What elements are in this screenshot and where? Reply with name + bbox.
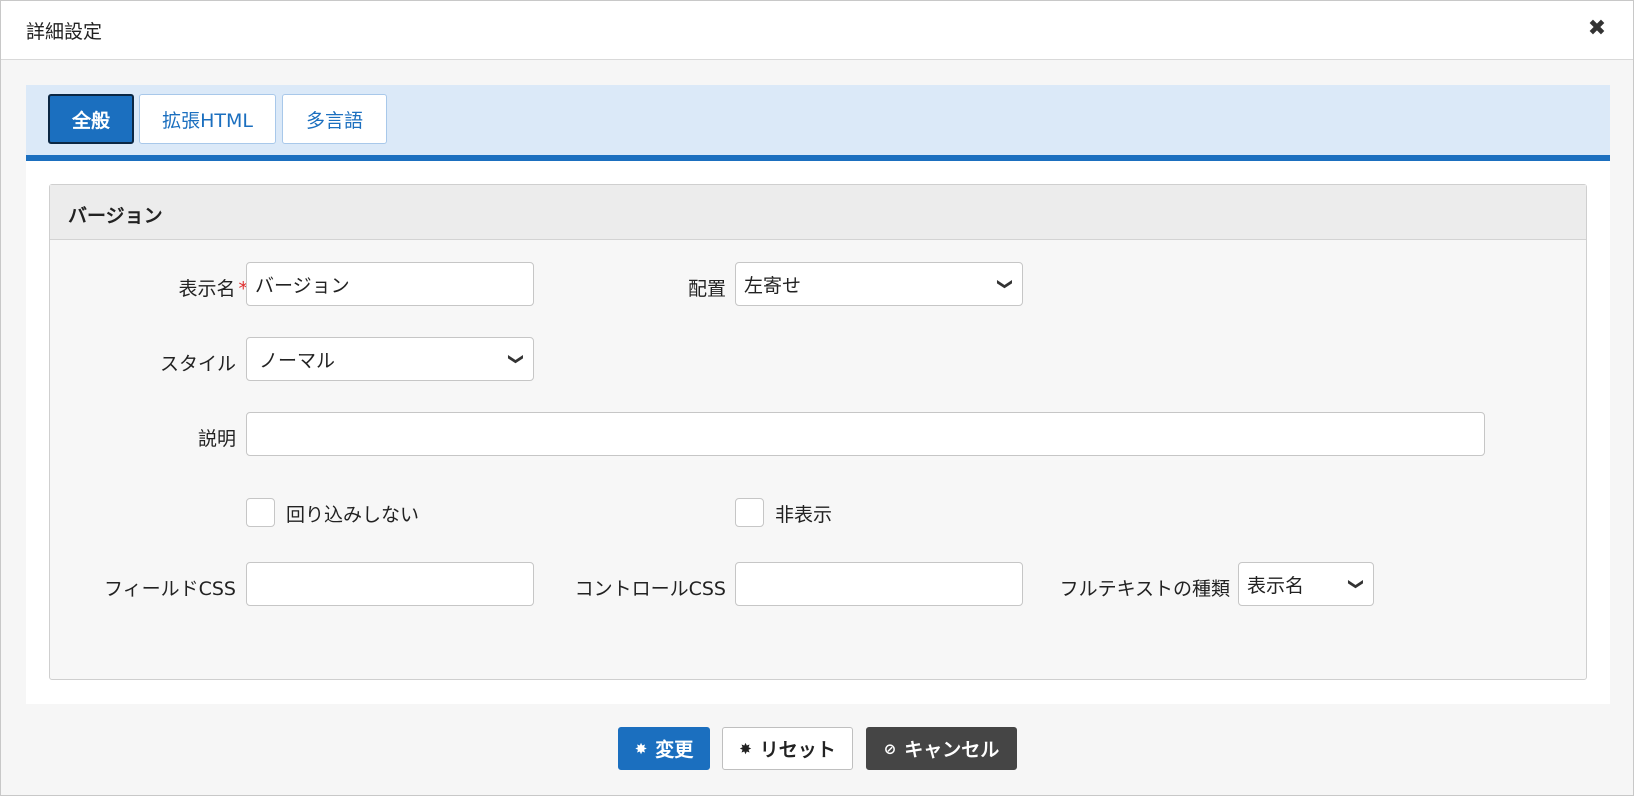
description-input[interactable] (246, 412, 1485, 456)
no-wrap-checkbox[interactable] (246, 498, 275, 527)
dialog-title: 詳細設定 (26, 21, 103, 43)
hidden-label: 非表示 (775, 504, 833, 526)
field-css-label: フィールドCSS (103, 578, 236, 600)
placement-select[interactable]: 左寄せ ❯ (735, 262, 1023, 306)
style-select[interactable]: ノーマル ❯ (246, 337, 534, 381)
chevron-down-icon: ❯ (1347, 577, 1366, 591)
cancel-button[interactable]: ⊘ キャンセル (866, 727, 1017, 770)
dialog-content: 全般 拡張HTML 多言語 バージョン 表示名 * バージョン 配置 左寄せ ❯ … (26, 85, 1610, 704)
dialog: 詳細設定 ✖ 全般 拡張HTML 多言語 バージョン 表示名 * バージョン 配置… (0, 0, 1634, 796)
hidden-checkbox[interactable] (735, 498, 764, 527)
change-button[interactable]: ✸ 変更 (618, 727, 710, 770)
display-name-input[interactable]: バージョン (246, 262, 534, 306)
tab-extended-html[interactable]: 拡張HTML (139, 94, 276, 144)
description-label: 説明 (197, 428, 236, 450)
dialog-titlebar: 詳細設定 ✖ (1, 1, 1633, 60)
control-css-label: コントロールCSS (574, 578, 726, 600)
gear-icon: ✸ (739, 739, 752, 758)
no-wrap-label: 回り込みしない (286, 504, 420, 526)
version-panel: バージョン 表示名 * バージョン 配置 左寄せ ❯ スタイル ノーマル ❯ 説明 (49, 184, 1587, 680)
gear-icon: ✸ (634, 739, 648, 758)
tab-general[interactable]: 全般 (48, 94, 134, 144)
panel-header: バージョン (50, 185, 1586, 240)
panel-title: バージョン (68, 205, 163, 227)
field-css-input[interactable] (246, 562, 534, 606)
style-label: スタイル (159, 353, 236, 375)
reset-button[interactable]: ✸ リセット (722, 727, 853, 770)
tab-bar: 全般 拡張HTML 多言語 (26, 85, 1610, 161)
display-name-label: 表示名 * (178, 278, 248, 300)
close-icon[interactable]: ✖ (1583, 15, 1611, 43)
fulltext-type-label: フルテキストの種類 (1059, 578, 1230, 600)
ban-icon: ⊘ (883, 739, 897, 758)
chevron-down-icon: ❯ (507, 352, 526, 366)
chevron-down-icon: ❯ (996, 277, 1015, 291)
fulltext-type-select[interactable]: 表示名 ❯ (1238, 562, 1374, 606)
control-css-input[interactable] (735, 562, 1023, 606)
placement-label: 配置 (687, 278, 726, 300)
tab-multilingual[interactable]: 多言語 (282, 94, 387, 144)
